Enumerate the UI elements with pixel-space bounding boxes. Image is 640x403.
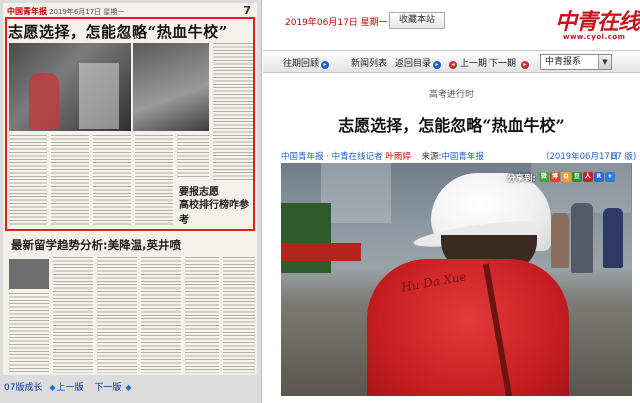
paper-page-number: 7 xyxy=(243,4,251,17)
paper-masthead: 中国青年报 2019年6月17日 星期一 7 xyxy=(5,4,255,18)
next-page-label: 下一版 xyxy=(94,383,122,393)
share-wechat-icon[interactable]: 微 xyxy=(538,172,549,182)
arrow-circle-icon: ▸ xyxy=(321,61,330,69)
paper-text-column xyxy=(97,257,137,373)
share-renren-icon[interactable]: R xyxy=(593,172,604,182)
nav-archive[interactable]: 往期回顾 ▸ xyxy=(283,56,330,69)
nav-news-list[interactable]: 新闻列表 xyxy=(351,56,387,69)
nav-back-label: 返回目录 xyxy=(395,59,432,69)
bookmark-button[interactable]: 收藏本站 xyxy=(389,12,445,29)
navbar: 往期回顾 ▸ 新闻列表 返回目录 ▸ ◂ 上一期 下一期 ▸ 中青报系 ▼ xyxy=(263,50,640,73)
article-byline: 中国青年报 · 中青在线记者 叶雨婷 来源:中国青年报 （2019年06月17日… xyxy=(281,150,636,162)
paper-select[interactable]: 中青报系 ▼ xyxy=(540,54,612,70)
nav-archive-label: 往期回顾 xyxy=(283,59,320,69)
byline-source: 来源:中国青年报 xyxy=(422,152,484,162)
byline-source-label: 来源: xyxy=(421,152,442,162)
nav-next-issue-label: 下一期 xyxy=(489,59,517,69)
nav-prev-issue-label: 上一期 xyxy=(459,59,487,69)
article-kicker: 高考进行时 xyxy=(428,90,474,100)
nav-next-issue[interactable]: 下一期 ▸ xyxy=(489,56,529,69)
share-bar: 分享到: 微博 Q 豆人 R + xyxy=(507,172,631,184)
paper-text-column xyxy=(141,257,181,373)
paper-mini-photo xyxy=(9,259,49,289)
paper-masthead-logo: 中国青年报 xyxy=(7,7,47,16)
paper-text-column xyxy=(185,257,219,373)
paper-text-column xyxy=(53,257,93,373)
share-douban-icon[interactable]: 豆 xyxy=(571,172,582,182)
article-photo: Hu Da Xue xyxy=(281,163,632,396)
newspaper-panel: 中国青年报 2019年6月17日 星期一 7 志愿选择，怎能忽略“热血牛校” 成… xyxy=(0,0,262,403)
page-navigation: 07版成长 ◆上一版 下一版 ◆ xyxy=(4,380,137,396)
share-label: 分享到: xyxy=(507,174,536,184)
paper-sub-headline[interactable]: 最新留学趋势分析:美降温,英井喷 xyxy=(11,237,257,253)
share-weibo-icon[interactable]: 博 xyxy=(549,172,560,182)
article-panel: 2019年06月17日 星期一 收藏本站 中青在线 www.cyol.com 往… xyxy=(263,0,640,403)
share-qzone-icon[interactable]: Q xyxy=(560,172,571,182)
site-url: www.cyol.com xyxy=(563,33,626,41)
selected-article-highlight[interactable] xyxy=(5,17,255,231)
site-logo[interactable]: 中青在线 xyxy=(555,4,640,36)
next-page-link[interactable]: 下一版 ◆ xyxy=(94,383,132,393)
prev-page-link[interactable]: ◆上一版 xyxy=(49,383,87,393)
paper-masthead-date: 2019年6月17日 星期一 xyxy=(49,8,125,16)
byline-source-value: 中国青年报 xyxy=(441,152,484,162)
diamond-icon: ◆ xyxy=(125,383,132,392)
diamond-icon: ◆ xyxy=(49,383,56,392)
byline-page: 07 版) xyxy=(611,152,637,162)
byline-date: （2019年06月17日 xyxy=(541,152,619,162)
current-date: 2019年06月17日 星期一 xyxy=(285,18,388,28)
left-arrow-icon: ◂ xyxy=(449,61,457,69)
right-arrow-icon: ▸ xyxy=(520,61,529,69)
byline-author: 叶雨婷 xyxy=(385,152,411,162)
article-title: 志愿选择，怎能忽略“热血牛校” xyxy=(338,116,565,135)
share-people-icon[interactable]: 人 xyxy=(582,172,593,182)
paper-text-column xyxy=(9,293,49,373)
paper-text-column xyxy=(223,257,255,373)
newspaper-page-image[interactable]: 中国青年报 2019年6月17日 星期一 7 志愿选择，怎能忽略“热血牛校” 成… xyxy=(3,3,257,375)
nav-news-list-label: 新闻列表 xyxy=(351,59,388,69)
photo-shirt xyxy=(367,259,569,396)
share-more-icon[interactable]: + xyxy=(604,172,615,182)
current-page-label: 07版成长 xyxy=(4,383,43,393)
prev-page-label: 上一版 xyxy=(56,383,84,393)
paper-select-value: 中青报系 xyxy=(545,57,582,67)
arrow-circle-icon: ▸ xyxy=(433,61,442,69)
nav-back-to-contents[interactable]: 返回目录 ▸ xyxy=(395,56,442,69)
nav-prev-issue[interactable]: ◂ 上一期 xyxy=(447,56,487,69)
byline-org: 中国青年报 · 中青在线记者 xyxy=(281,152,383,162)
chevron-down-icon[interactable]: ▼ xyxy=(598,55,611,69)
